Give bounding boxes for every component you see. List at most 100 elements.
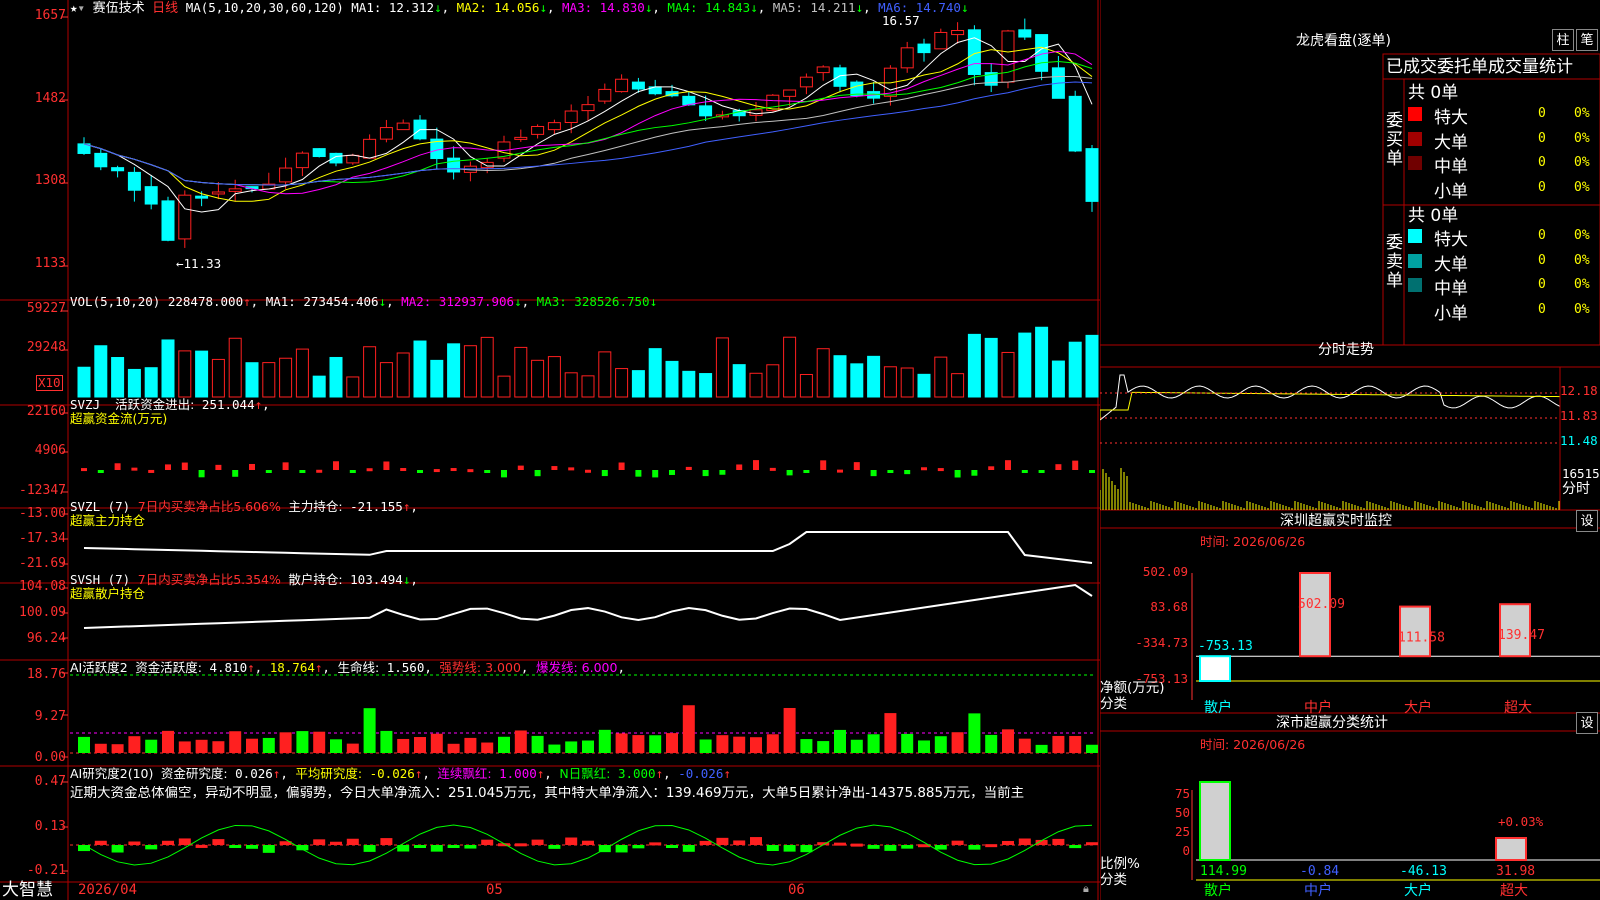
vol-ma-2: MA2: 312937.906 bbox=[393, 294, 515, 309]
candle bbox=[799, 76, 813, 88]
ai1-bar bbox=[346, 743, 359, 753]
ai2-bar bbox=[548, 845, 561, 849]
volume-bar bbox=[312, 375, 326, 398]
svzj-bar bbox=[954, 470, 961, 478]
tick-mode-button[interactable]: 笔 bbox=[1576, 29, 1598, 51]
svzj-bar bbox=[669, 470, 675, 475]
ss-cat-3: 超大 bbox=[1500, 883, 1528, 899]
sell-row-2: 中单 0 0% bbox=[1408, 274, 1600, 299]
candle bbox=[900, 47, 914, 69]
svzl-line bbox=[83, 531, 1093, 564]
intraday-title: 分时走势 bbox=[1318, 342, 1374, 358]
svzj-bar bbox=[753, 460, 759, 470]
ai2-bar bbox=[1052, 838, 1065, 845]
svzj-bar bbox=[1038, 470, 1045, 473]
volume-bar bbox=[144, 367, 158, 398]
volume-bar bbox=[329, 356, 343, 398]
volume-bar bbox=[883, 366, 897, 398]
vol-ma-1: MA1: 273454.406 bbox=[265, 294, 379, 309]
volume-bar bbox=[833, 355, 847, 398]
ai1-bar bbox=[212, 741, 225, 753]
ma-value-2: MA2: 14.056 bbox=[449, 0, 540, 15]
chart-canvas[interactable] bbox=[0, 0, 1100, 900]
svzj-bar bbox=[517, 465, 524, 470]
sz-axis-1: 83.68 bbox=[1150, 599, 1188, 614]
chart-area[interactable]: ★▾ 赛伍技术 日线 MA(5,10,20,30,60,120) MA1: 12… bbox=[0, 0, 1100, 900]
ai2-bar bbox=[447, 845, 460, 848]
ai2-bar bbox=[582, 840, 594, 845]
candle bbox=[127, 171, 141, 191]
ma-line-3 bbox=[83, 50, 1093, 195]
ai1-bar bbox=[1002, 729, 1014, 753]
candle bbox=[396, 122, 410, 131]
sell-row-3: 小单 0 0% bbox=[1408, 299, 1600, 324]
bar-mode-button[interactable]: 柱 bbox=[1552, 29, 1574, 51]
svzj-bar bbox=[165, 464, 171, 470]
candle bbox=[531, 125, 545, 135]
volume-bar bbox=[547, 356, 561, 398]
ai1-bar bbox=[397, 738, 410, 753]
ai2-bar bbox=[800, 845, 813, 853]
ai2-bar bbox=[262, 845, 275, 853]
star-icon[interactable]: ★ bbox=[70, 0, 78, 15]
volume-bar bbox=[631, 370, 645, 398]
ai1-bar bbox=[531, 735, 544, 753]
svzj-bar bbox=[333, 461, 339, 470]
ai2-bar bbox=[968, 845, 981, 850]
vol-unit: X10 bbox=[36, 375, 63, 391]
ss-settings-button[interactable]: 设 bbox=[1576, 712, 1598, 734]
ai2-bar bbox=[1086, 842, 1098, 846]
buy-color-swatch bbox=[1408, 131, 1422, 146]
ss-value-1: -0.84 bbox=[1300, 864, 1339, 879]
ai1-bar bbox=[296, 731, 309, 753]
svzj-header: SVZJ 活跃资金进出: 251.044↑, bbox=[70, 397, 270, 412]
svzj-bar bbox=[1089, 470, 1095, 473]
ai2-header: AI研究度2(10) 资金研究度: 0.026↑, 平均研究度: -0.026↑… bbox=[70, 766, 731, 781]
candle bbox=[228, 188, 242, 192]
ai1-bar bbox=[1052, 735, 1065, 753]
ai1-bar bbox=[262, 737, 275, 753]
period-label[interactable]: 日线 bbox=[152, 1, 178, 16]
buy-row-label: 小单 bbox=[1434, 181, 1468, 202]
buy-row-label: 大单 bbox=[1434, 132, 1468, 153]
sell-row-label: 特大 bbox=[1434, 230, 1468, 250]
ai1-axis-2: 0.00 bbox=[34, 750, 66, 765]
svzj-bar bbox=[635, 470, 642, 477]
ai2-bar bbox=[1018, 838, 1031, 845]
sz-axis-0: 502.09 bbox=[1142, 564, 1188, 579]
svzj-bar bbox=[114, 463, 121, 470]
buy-row-3: 小单 0 0% bbox=[1408, 177, 1600, 202]
sell-color-swatch bbox=[1408, 253, 1422, 268]
sz-bar-label-1: 502.09 bbox=[1298, 597, 1345, 612]
buy-row-2: 中单 0 0% bbox=[1408, 152, 1600, 177]
buy-side-label: 委买单 bbox=[1386, 111, 1403, 169]
ai2-bar bbox=[313, 839, 326, 845]
sell-total: 共 0单 bbox=[1408, 206, 1459, 226]
svzj-bar bbox=[484, 470, 491, 473]
ss-bar-0 bbox=[1199, 781, 1231, 861]
svzj-bar bbox=[181, 462, 188, 470]
volume-bar bbox=[951, 373, 965, 398]
right-sidebar: -753.13 散户 502.09 中户 111.58 大户 139.47 超大 114.99 散… bbox=[1100, 0, 1600, 900]
svzj-axis-1: 4906 bbox=[34, 443, 66, 458]
ai1-bar bbox=[498, 736, 510, 753]
svzj-bar bbox=[383, 461, 390, 470]
sz-cat-2: 大户 bbox=[1404, 699, 1432, 716]
ai1-bar bbox=[850, 739, 863, 753]
lock-icon[interactable]: 🔒︎ bbox=[1083, 882, 1089, 896]
svzl-axis-1: -17.34 bbox=[19, 531, 66, 546]
candle bbox=[783, 89, 797, 97]
ai1-bar bbox=[229, 731, 242, 753]
vol-axis-0: 59227 bbox=[26, 301, 66, 316]
sz-settings-button[interactable]: 设 bbox=[1576, 510, 1598, 532]
volume-bar bbox=[514, 346, 528, 398]
volume-bar bbox=[195, 350, 209, 398]
price-axis-1: 1482 bbox=[34, 91, 66, 106]
candle bbox=[379, 127, 393, 140]
svzj-axis-2: -12347 bbox=[19, 483, 66, 498]
ai2-bar bbox=[363, 845, 376, 852]
svzj-bar bbox=[282, 462, 289, 470]
candle bbox=[447, 157, 461, 173]
ai1-bar bbox=[111, 744, 124, 753]
volume-bar bbox=[279, 357, 293, 398]
